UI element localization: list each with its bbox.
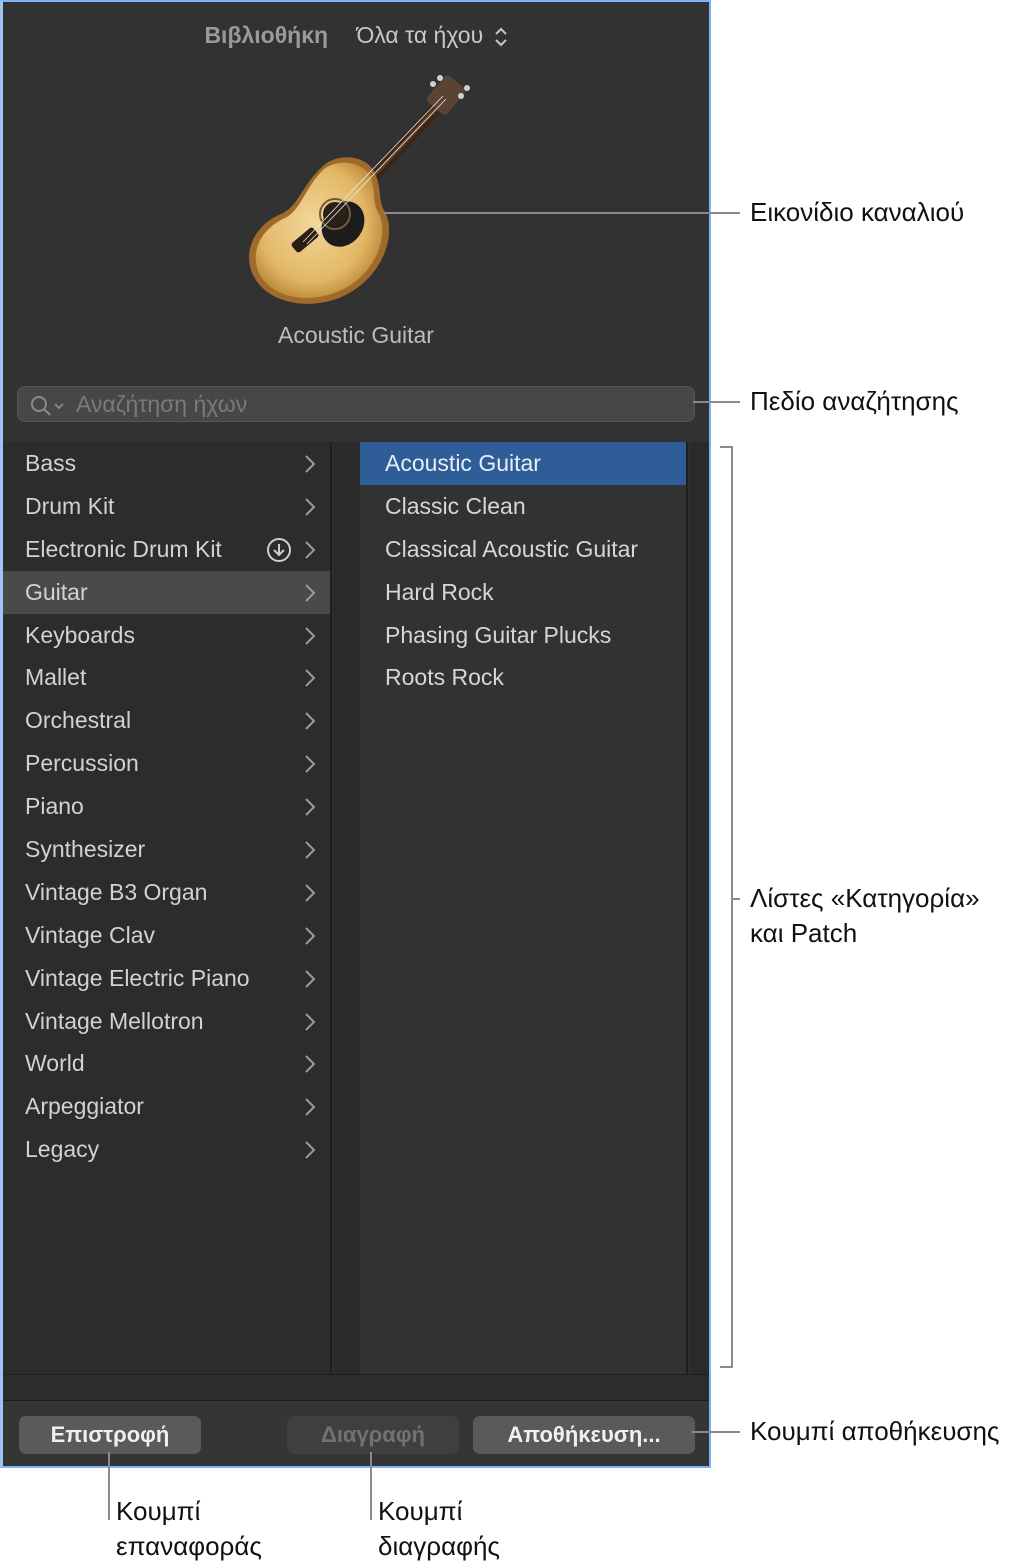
category-item[interactable]: Electronic Drum Kit [3, 528, 330, 571]
callout-delete-line1: Κουμπί [378, 1496, 463, 1526]
category-item[interactable]: Vintage Mellotron [3, 1000, 330, 1043]
category-item[interactable]: Legacy [3, 1128, 330, 1171]
callout-channel-icon: Εικονίδιο καναλιού [750, 197, 965, 227]
callout-lists: Λίστες «Κατηγορία» και Patch [750, 881, 980, 951]
library-title-bar: Βιβλιοθήκη Όλα τα ήχου [3, 22, 709, 49]
category-label: Bass [25, 450, 77, 476]
lists-bracket-top [720, 446, 732, 448]
patch-list[interactable]: Acoustic Guitar Classic Clean Classical Ac… [360, 442, 688, 1374]
category-item[interactable]: Mallet [3, 656, 330, 699]
category-label: Vintage Mellotron [25, 1007, 204, 1034]
category-label: Orchestral [25, 707, 132, 734]
category-label: Guitar [25, 578, 88, 605]
download-icon[interactable] [266, 537, 292, 563]
chevron-right-icon [305, 1055, 316, 1074]
chevron-right-icon [305, 969, 316, 988]
category-label: Electronic Drum Kit [25, 535, 222, 562]
library-label: Βιβλιοθήκη [204, 22, 329, 48]
category-item[interactable]: Vintage Electric Piano [3, 957, 330, 1000]
patch-item[interactable]: Classical Acoustic Guitar [360, 528, 686, 571]
category-label: Mallet [25, 664, 87, 691]
chevron-right-icon [305, 626, 316, 645]
revert-button-leader-line [108, 1452, 110, 1520]
category-item[interactable]: Bass [3, 442, 330, 485]
patch-item[interactable]: Acoustic Guitar [360, 442, 686, 485]
category-label: World [25, 1050, 85, 1077]
lists-bracket-vertical [731, 446, 733, 1368]
patch-item[interactable]: Phasing Guitar Plucks [360, 614, 686, 657]
sound-filter-popup[interactable]: Όλα τα ήχου [356, 22, 507, 48]
category-item[interactable]: Synthesizer [3, 828, 330, 871]
search-field-leader-line [693, 401, 740, 403]
chevron-right-icon [305, 884, 316, 902]
library-panel: Βιβλιοθήκη Όλα τα ήχου Acoustic Guitar Α… [0, 0, 711, 1468]
revert-button[interactable]: Επιστροφή [19, 1416, 201, 1454]
category-label: Arpeggiator [25, 1093, 144, 1120]
category-list[interactable]: Bass Drum Kit Electronic Drum Kit Guitar Key… [3, 442, 332, 1374]
chevron-right-icon [305, 798, 316, 816]
category-item[interactable]: World [3, 1042, 330, 1085]
search-icon[interactable] [30, 395, 70, 417]
save-button-leader-line [692, 1431, 740, 1433]
category-label: Vintage B3 Organ [25, 878, 208, 905]
category-item[interactable]: Keyboards [3, 614, 330, 657]
chevron-right-icon [305, 498, 316, 516]
category-item[interactable]: Piano [3, 785, 330, 828]
lists-leader-line [732, 898, 740, 900]
callout-delete-line2: διαγραφής [378, 1531, 500, 1561]
callout-revert-button: Κουμπί επαναφοράς [116, 1494, 262, 1564]
patch-list-scroll-area [690, 442, 709, 1374]
chevron-right-icon [305, 583, 316, 602]
category-label: Vintage Electric Piano [25, 964, 250, 991]
delete-button[interactable]: Διαγραφή [287, 1416, 459, 1454]
callout-lists-line1: Λίστες «Κατηγορία» [750, 883, 980, 913]
category-item[interactable]: Drum Kit [3, 485, 330, 528]
channel-name: Acoustic Guitar [278, 322, 434, 348]
updown-chevron-icon [494, 27, 507, 47]
category-item[interactable]: Guitar [3, 570, 330, 614]
library-header: Βιβλιοθήκη Όλα τα ήχου Acoustic Guitar Α… [3, 2, 709, 442]
chevron-right-icon [305, 669, 316, 688]
patch-item[interactable]: Hard Rock [360, 571, 686, 614]
chevron-right-icon [305, 455, 316, 473]
callout-revert-line2: επαναφοράς [116, 1531, 262, 1561]
chevron-right-icon [305, 1141, 316, 1159]
chevron-right-icon [305, 755, 316, 773]
chevron-right-icon [305, 1012, 316, 1031]
callout-search-field: Πεδίο αναζήτησης [750, 386, 959, 416]
channel-icon-guitar[interactable] [243, 74, 473, 310]
patch-item[interactable]: Roots Rock [360, 656, 686, 699]
chevron-right-icon [305, 541, 316, 559]
category-label: Keyboards [25, 621, 135, 648]
callout-save-button: Κουμπί αποθήκευσης [750, 1416, 1000, 1446]
category-label: Piano [25, 793, 84, 820]
category-item[interactable]: Arpeggiator [3, 1085, 330, 1128]
sound-filter-label: Όλα τα ήχου [356, 22, 484, 48]
delete-button-leader-line [370, 1452, 372, 1520]
lists-bracket-bottom [720, 1366, 732, 1368]
category-label: Drum Kit [25, 492, 115, 519]
callout-delete-button: Κουμπί διαγραφής [378, 1494, 500, 1564]
category-item[interactable]: Orchestral [3, 699, 330, 742]
channel-icon-leader-line [384, 212, 740, 214]
patch-item[interactable]: Classic Clean [360, 485, 686, 528]
search-field[interactable] [17, 386, 695, 422]
chevron-right-icon [305, 927, 316, 945]
horizontal-scroll-area [3, 1374, 709, 1400]
callout-lists-line2: και Patch [750, 918, 858, 948]
chevron-right-icon [305, 841, 316, 859]
chevron-right-icon [305, 712, 316, 731]
category-label: Legacy [25, 1136, 100, 1163]
category-label: Synthesizer [25, 836, 146, 863]
search-input[interactable] [76, 387, 676, 421]
save-button[interactable]: Αποθήκευση... [473, 1416, 695, 1454]
category-item[interactable]: Vintage Clav [3, 914, 330, 957]
list-divider [334, 442, 360, 1374]
callout-revert-line1: Κουμπί [116, 1496, 201, 1526]
chevron-right-icon [305, 1098, 316, 1117]
category-label: Percussion [25, 750, 139, 777]
category-item[interactable]: Percussion [3, 742, 330, 785]
category-item[interactable]: Vintage B3 Organ [3, 871, 330, 914]
category-label: Vintage Clav [25, 921, 155, 948]
